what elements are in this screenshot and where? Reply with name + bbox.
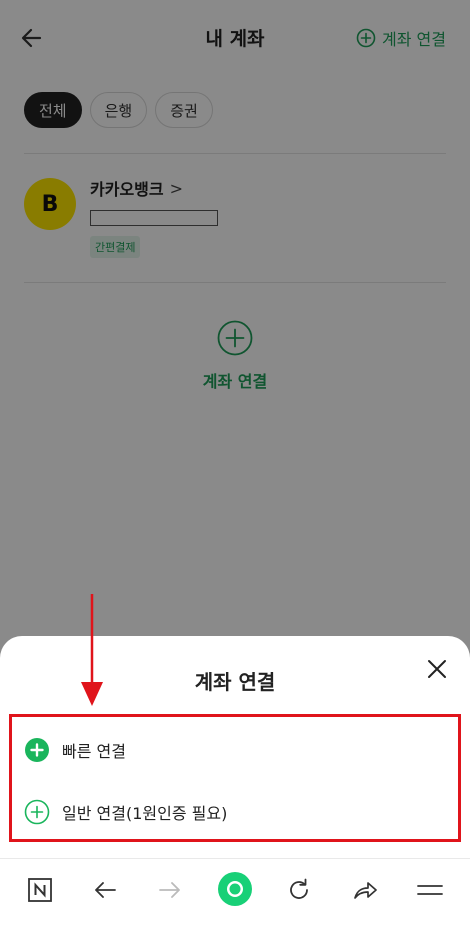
fast-connect-option[interactable]: 빠른 연결 xyxy=(24,737,126,763)
fast-connect-label: 빠른 연결 xyxy=(62,742,126,761)
close-icon[interactable] xyxy=(424,656,450,682)
home-dot-icon[interactable] xyxy=(217,871,253,907)
app-root: 내 계좌 계좌 연결 전체 은행 증권 B 카카오뱅크 > 간편결제 계좌 연결… xyxy=(0,0,470,940)
share-icon[interactable] xyxy=(350,875,380,905)
sheet-title: 계좌 연결 xyxy=(194,670,276,694)
general-connect-label: 일반 연결(1원인증 필요) xyxy=(62,804,228,823)
refresh-icon[interactable] xyxy=(284,875,314,905)
menu-icon[interactable] xyxy=(415,875,445,905)
plus-filled-icon xyxy=(25,738,49,762)
browser-toolbar xyxy=(0,858,470,940)
pointer-arrow-annotation xyxy=(81,594,103,706)
plus-outline-icon xyxy=(24,799,50,825)
general-connect-option[interactable]: 일반 연결(1원인증 필요) xyxy=(24,799,227,825)
back-arrow-icon[interactable] xyxy=(90,875,120,905)
naver-n-icon[interactable] xyxy=(25,875,55,905)
forward-arrow-icon[interactable] xyxy=(155,875,185,905)
connect-options-highlight: 빠른 연결 일반 연결(1원인증 필요) xyxy=(9,714,461,842)
